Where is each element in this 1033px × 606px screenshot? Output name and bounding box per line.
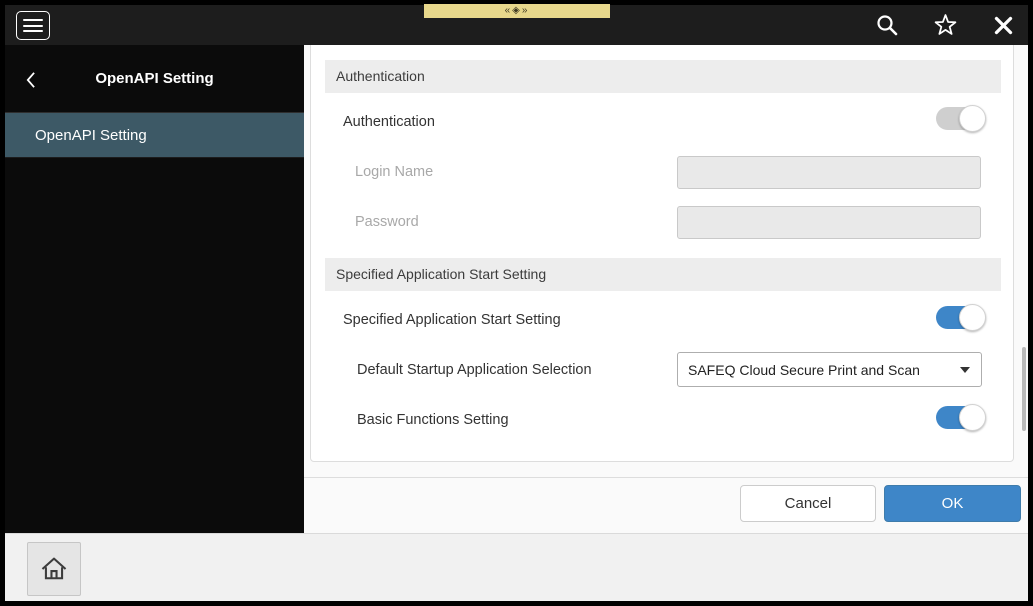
section-header-app-start: Specified Application Start Setting (325, 258, 1001, 291)
home-button[interactable] (27, 542, 81, 596)
close-icon (993, 15, 1014, 36)
back-button[interactable] (17, 67, 43, 93)
toggle-knob (959, 304, 986, 331)
select-value: SAFEQ Cloud Secure Print and Scan (688, 362, 920, 378)
close-button[interactable] (988, 10, 1018, 40)
section-header-label: Authentication (336, 68, 425, 84)
favorites-button[interactable] (930, 10, 960, 40)
home-icon (39, 554, 69, 584)
star-icon (933, 13, 958, 38)
main-content: Authentication Authentication Login Name… (304, 45, 1028, 533)
sidebar-item-openapi-setting[interactable]: OpenAPI Setting (5, 113, 304, 158)
default-app-select[interactable]: SAFEQ Cloud Secure Print and Scan (677, 352, 982, 387)
password-input[interactable] (677, 206, 981, 239)
topbar-icons (872, 5, 1018, 45)
section-header-label: Specified Application Start Setting (336, 266, 546, 282)
hamburger-icon (23, 19, 43, 21)
basic-functions-toggle[interactable] (936, 404, 986, 431)
default-app-label: Default Startup Application Selection (357, 356, 592, 384)
sidebar-title: OpenAPI Setting (95, 70, 213, 87)
footer-divider (304, 477, 1028, 478)
back-chevron-icon (25, 71, 36, 89)
section-header-authentication: Authentication (325, 60, 1001, 93)
sidebar-item-label: OpenAPI Setting (35, 127, 147, 144)
password-label: Password (355, 208, 419, 236)
authentication-toggle[interactable] (936, 105, 986, 132)
toggle-knob (959, 105, 986, 132)
cancel-button[interactable]: Cancel (740, 485, 876, 522)
ok-button[interactable]: OK (884, 485, 1021, 522)
toggle-knob (959, 404, 986, 431)
login-name-input[interactable] (677, 156, 981, 189)
search-icon (875, 13, 899, 37)
login-name-label: Login Name (355, 158, 433, 186)
settings-panel: Authentication Authentication Login Name… (310, 45, 1014, 462)
app-start-label: Specified Application Start Setting (343, 306, 561, 334)
bottom-bar (5, 533, 1028, 601)
search-button[interactable] (872, 10, 902, 40)
app-start-toggle[interactable] (936, 304, 986, 331)
device-screen: «◈» (0, 0, 1033, 606)
scrollbar-thumb[interactable] (1022, 347, 1026, 431)
notch-glyphs: «◈» (505, 4, 530, 18)
sidebar: OpenAPI Setting OpenAPI Setting (5, 45, 304, 533)
menu-button[interactable] (16, 11, 50, 40)
basic-functions-label: Basic Functions Setting (357, 406, 509, 434)
sidebar-header: OpenAPI Setting (5, 45, 304, 113)
authentication-label: Authentication (343, 108, 435, 136)
top-notch: «◈» (424, 4, 610, 18)
caret-down-icon (960, 367, 970, 373)
